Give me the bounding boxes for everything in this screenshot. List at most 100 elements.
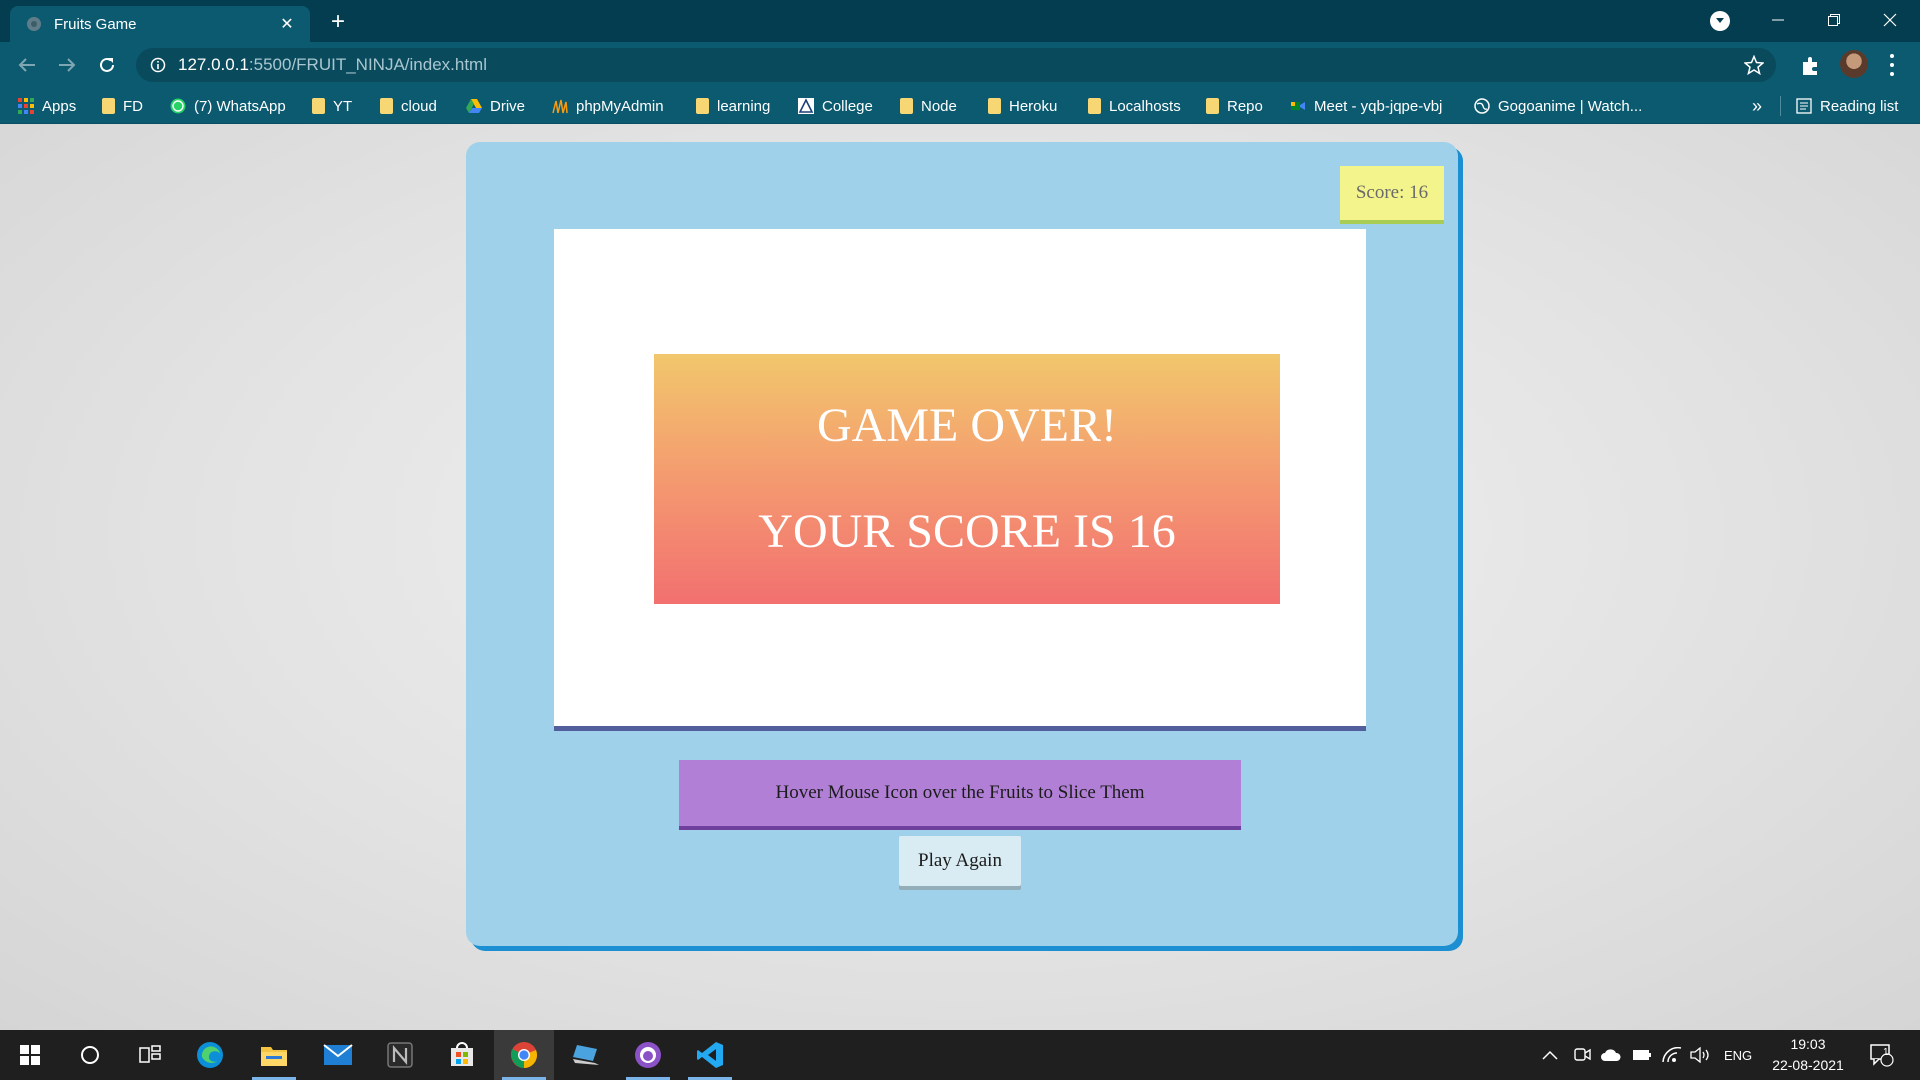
play-area[interactable]: GAME OVER! YOUR SCORE IS 16 xyxy=(554,229,1366,731)
clock[interactable]: 19:03 22-08-2021 xyxy=(1762,1034,1854,1078)
kebab-menu-icon[interactable] xyxy=(1884,52,1900,78)
more-bookmarks-icon[interactable]: » xyxy=(1752,88,1762,124)
browser-tab[interactable]: Fruits Game ✕ xyxy=(10,6,310,42)
bookmark-whatsapp[interactable]: (7) WhatsApp xyxy=(170,88,286,124)
bookmark-label: phpMyAdmin xyxy=(576,97,664,115)
store-icon[interactable] xyxy=(432,1030,492,1080)
score-box: Score: 16 xyxy=(1340,166,1444,220)
game-over-title: GAME OVER! xyxy=(817,399,1117,453)
browser-tab-strip: Fruits Game ✕ + xyxy=(0,0,1920,42)
folder-icon xyxy=(900,98,913,114)
bookmark-label: Gogoanime | Watch... xyxy=(1498,97,1643,115)
github-desktop-icon[interactable] xyxy=(618,1030,678,1080)
bookmark-label: Meet - yqb-jqpe-vbj xyxy=(1314,97,1443,115)
url-path: :5500/FRUIT_NINJA/index.html xyxy=(248,55,487,74)
bookmark-label: Apps xyxy=(42,97,77,115)
search-circle-icon[interactable] xyxy=(60,1030,120,1080)
volume-icon[interactable] xyxy=(1690,1030,1712,1080)
bookmark-label: cloud xyxy=(401,97,437,115)
restore-icon[interactable] xyxy=(1806,0,1862,40)
bookmark-label: Node xyxy=(921,97,957,115)
game-over-panel: GAME OVER! YOUR SCORE IS 16 xyxy=(654,354,1280,604)
bookmark-phpmyadmin[interactable]: phpMyAdmin xyxy=(552,88,664,124)
page-viewport: Score: 16 GAME OVER! YOUR SCORE IS 16 Ho… xyxy=(0,124,1920,1030)
clock-date: 22-08-2021 xyxy=(1772,1057,1844,1073)
folder-icon xyxy=(102,98,115,114)
language-indicator[interactable]: ENG xyxy=(1724,1030,1752,1080)
windows-taskbar: ENG 19:03 22-08-2021 1 xyxy=(0,1030,1920,1080)
avatar[interactable] xyxy=(1840,50,1868,78)
battery-icon[interactable] xyxy=(1632,1030,1652,1080)
new-tab-button[interactable]: + xyxy=(324,8,352,36)
final-score-text: YOUR SCORE IS 16 xyxy=(758,505,1176,558)
bookmarks-bar: Apps FD (7) WhatsApp YT cloud Drive phpM… xyxy=(0,88,1920,124)
address-bar[interactable]: 127.0.0.1:5500/FRUIT_NINJA/index.html xyxy=(136,48,1776,82)
bookmark-localhosts[interactable]: Localhosts xyxy=(1088,88,1181,124)
task-view-icon[interactable] xyxy=(120,1030,180,1080)
whatsapp-icon xyxy=(170,98,186,114)
window-close-icon[interactable] xyxy=(1862,0,1918,40)
edge-icon[interactable] xyxy=(180,1030,240,1080)
chevron-up-icon[interactable] xyxy=(1542,1030,1558,1080)
google-drive-icon xyxy=(466,99,482,113)
globe-icon xyxy=(27,17,41,31)
wifi-icon[interactable] xyxy=(1662,1030,1682,1080)
folder-icon xyxy=(1088,98,1101,114)
minimize-icon[interactable] xyxy=(1750,0,1806,40)
vscode-icon[interactable] xyxy=(680,1030,740,1080)
bookmark-college[interactable]: College xyxy=(798,88,873,124)
mail-icon[interactable] xyxy=(308,1030,368,1080)
extensions-puzzle-icon[interactable] xyxy=(1800,55,1822,77)
back-arrow-icon[interactable] xyxy=(12,50,42,80)
bookmark-label: College xyxy=(822,97,873,115)
onedrive-cloud-icon[interactable] xyxy=(1600,1030,1622,1080)
bookmark-label: Heroku xyxy=(1009,97,1058,115)
bookmark-heroku[interactable]: Heroku xyxy=(988,88,1057,124)
folder-icon xyxy=(1206,98,1219,114)
bookmark-label: learning xyxy=(717,97,771,115)
play-again-button[interactable]: Play Again xyxy=(899,836,1021,886)
bookmark-star-icon[interactable] xyxy=(1744,55,1764,75)
file-explorer-icon[interactable] xyxy=(244,1030,304,1080)
url-host: 127.0.0.1 xyxy=(178,55,249,74)
chevron-down-icon[interactable] xyxy=(1710,11,1730,31)
bookmarks-divider xyxy=(1780,96,1781,116)
bookmark-fd[interactable]: FD xyxy=(102,88,143,124)
bookmark-label: Localhosts xyxy=(1109,97,1181,115)
google-meet-icon xyxy=(1291,102,1305,110)
apps-grid-icon xyxy=(18,98,34,114)
college-icon xyxy=(798,98,814,114)
bookmark-apps[interactable]: Apps xyxy=(18,88,76,124)
chrome-icon[interactable] xyxy=(494,1030,554,1080)
folder-icon xyxy=(988,98,1001,114)
bookmark-node[interactable]: Node xyxy=(900,88,957,124)
forward-arrow-icon[interactable] xyxy=(52,50,82,80)
notification-count: 1 xyxy=(1883,1047,1889,1058)
bookmark-repo[interactable]: Repo xyxy=(1206,88,1263,124)
bookmark-cloud[interactable]: cloud xyxy=(380,88,437,124)
info-icon[interactable] xyxy=(150,57,166,73)
bookmark-label: Drive xyxy=(490,97,526,115)
bookmark-gogoanime[interactable]: Gogoanime | Watch... xyxy=(1474,88,1642,124)
meet-now-icon[interactable] xyxy=(1574,1030,1592,1080)
bookmark-meet[interactable]: Meet - yqb-jqpe-vbj xyxy=(1290,88,1442,124)
instructions-box: Hover Mouse Icon over the Fruits to Slic… xyxy=(679,760,1241,826)
clock-time: 19:03 xyxy=(1790,1036,1826,1052)
notion-icon[interactable] xyxy=(370,1030,430,1080)
bookmark-learning[interactable]: learning xyxy=(696,88,770,124)
laptop-app-icon[interactable] xyxy=(556,1030,616,1080)
reload-icon[interactable] xyxy=(92,50,122,80)
tab-title: Fruits Game xyxy=(54,15,137,33)
bookmark-drive[interactable]: Drive xyxy=(466,88,525,124)
notification-center-icon[interactable]: 1 xyxy=(1870,1030,1894,1080)
folder-icon xyxy=(380,98,393,114)
windows-start-icon[interactable] xyxy=(0,1030,60,1080)
browser-toolbar: 127.0.0.1:5500/FRUIT_NINJA/index.html xyxy=(0,42,1920,88)
bookmark-yt[interactable]: YT xyxy=(312,88,352,124)
bookmark-label: Repo xyxy=(1227,97,1263,115)
close-icon[interactable]: ✕ xyxy=(276,13,298,35)
phpmyadmin-icon xyxy=(552,99,568,114)
reading-list[interactable]: Reading list xyxy=(1796,88,1898,124)
reading-list-label: Reading list xyxy=(1820,97,1899,115)
folder-icon xyxy=(312,98,325,114)
